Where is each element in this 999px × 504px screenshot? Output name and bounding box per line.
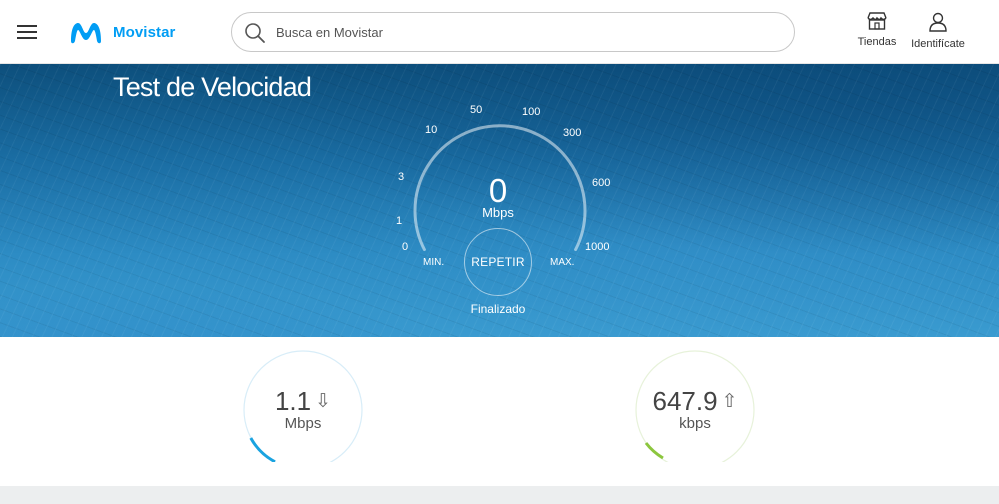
- scale-label-1000: 1000: [585, 241, 610, 253]
- login-label: Identifícate: [911, 38, 965, 50]
- scale-label-10: 10: [425, 124, 438, 136]
- test-status: Finalizado: [470, 302, 526, 316]
- scale-label-100: 100: [522, 106, 541, 118]
- upload-result: 647.9 ⇧ kbps: [635, 350, 755, 462]
- speed-test-hero: Test de Velocidad 0 1 3 10 50 100 300 60…: [0, 64, 999, 337]
- max-label: MAX.: [550, 257, 575, 268]
- upload-value: 647.9: [652, 386, 718, 416]
- download-ring-progress: [249, 437, 276, 462]
- user-icon: [929, 12, 947, 32]
- arrow-up-icon: ⇧: [721, 391, 738, 412]
- scale-label-50: 50: [470, 104, 483, 116]
- page-title: Test de Velocidad: [113, 72, 312, 102]
- scale-label-3: 3: [398, 171, 405, 183]
- brand-logo[interactable]: Movistar: [68, 18, 176, 46]
- search-input[interactable]: [276, 14, 776, 50]
- speed-unit: Mbps: [482, 205, 514, 220]
- scale-label-300: 300: [563, 127, 582, 139]
- download-unit: Mbps: [284, 415, 322, 432]
- search-icon[interactable]: [244, 22, 266, 44]
- download-value-wrap: 1.1 ⇩: [243, 386, 363, 417]
- scale-label-0: 0: [402, 241, 409, 253]
- search-box: [231, 12, 795, 52]
- min-label: MIN.: [423, 257, 445, 268]
- scale-label-1: 1: [396, 215, 403, 227]
- upload-value-wrap: 647.9 ⇧: [635, 386, 755, 417]
- store-icon: [867, 12, 887, 30]
- movistar-logo-icon: [71, 23, 101, 44]
- menu-icon[interactable]: [17, 22, 39, 42]
- scale-label-600: 600: [592, 177, 611, 189]
- upload-unit: kbps: [679, 415, 711, 432]
- brand-name: Movistar: [113, 23, 176, 41]
- download-value: 1.1: [274, 386, 312, 416]
- stores-label: Tiendas: [857, 36, 897, 48]
- login-button[interactable]: Identifícate: [906, 12, 970, 50]
- arrow-down-icon: ⇩: [315, 391, 332, 412]
- stores-button[interactable]: Tiendas: [854, 12, 900, 48]
- download-result: 1.1 ⇩ Mbps: [243, 350, 363, 462]
- repeat-button[interactable]: REPETIR: [464, 228, 532, 296]
- top-header: Movistar Tiendas Identifícate: [0, 0, 999, 64]
- footer-strip: [0, 486, 999, 504]
- upload-ring-progress: [644, 442, 664, 460]
